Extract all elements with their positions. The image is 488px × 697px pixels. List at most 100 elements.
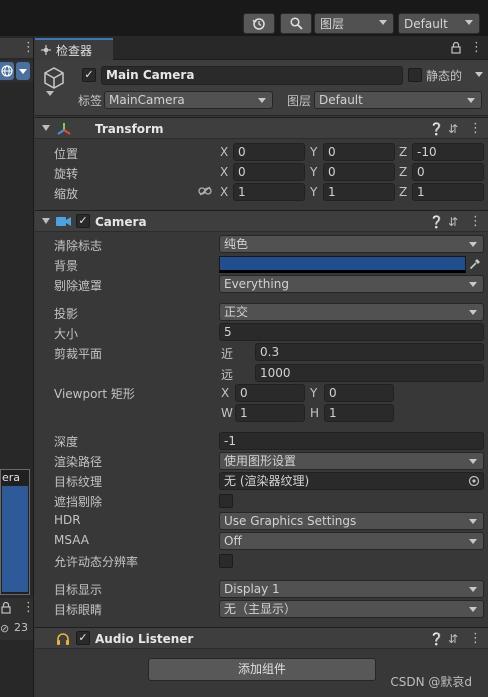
- foldout-icon[interactable]: [42, 125, 50, 131]
- audio-listener-header[interactable]: ✓ Audio Listener ❔ ⇵ ⋮: [35, 627, 488, 649]
- viewport-w-field[interactable]: 1: [235, 404, 305, 422]
- rotation-y-field[interactable]: 0: [323, 163, 395, 181]
- target-display-value: Display 1: [224, 582, 280, 596]
- history-icon: [252, 17, 265, 30]
- gizmo-dropdown[interactable]: [16, 62, 30, 80]
- msaa-dropdown[interactable]: Off: [219, 532, 484, 550]
- scale-y-axis: Y: [310, 185, 318, 199]
- rotation-x-field[interactable]: 0: [233, 163, 305, 181]
- more-options-icon[interactable]: ⋮: [469, 631, 482, 646]
- hdr-label: HDR: [54, 513, 81, 527]
- gameobject-name-field[interactable]: Main Camera: [101, 66, 403, 85]
- chevron-down-icon: [258, 98, 266, 103]
- rendering-path-label: 渲染路径: [54, 455, 103, 469]
- transform-header[interactable]: Transform ❔ ⇵ ⋮: [35, 117, 488, 139]
- tag-value: MainCamera: [109, 93, 185, 107]
- preset-icon[interactable]: ⇵: [448, 215, 458, 229]
- history-button[interactable]: [243, 13, 275, 34]
- rotation-label: 旋转: [54, 167, 79, 181]
- chevron-down-icon: [469, 282, 477, 287]
- add-component-button[interactable]: 添加组件: [148, 658, 376, 681]
- camera-header[interactable]: ✓ Camera ❔ ⇵ ⋮: [35, 210, 488, 232]
- viewport-y-field[interactable]: 0: [324, 384, 394, 402]
- static-dropdown-icon[interactable]: [475, 72, 483, 77]
- more-options-icon[interactable]: ⋮: [22, 40, 35, 55]
- help-icon[interactable]: ❔: [429, 215, 444, 229]
- clipping-planes-label: 剪裁平面: [54, 347, 103, 361]
- chevron-down-icon: [469, 539, 477, 544]
- culling-mask-value: Everything: [224, 277, 289, 291]
- scale-z-axis: Z: [399, 185, 408, 199]
- scale-z-field[interactable]: 1: [412, 183, 484, 201]
- target-texture-field[interactable]: 无 (渲染器纹理): [219, 472, 484, 490]
- viewport-x-field[interactable]: 0: [235, 384, 305, 402]
- tab-inspector[interactable]: 检查器: [35, 38, 113, 60]
- search-icon: [289, 17, 303, 30]
- projection-dropdown[interactable]: 正交: [219, 303, 484, 321]
- culling-mask-dropdown[interactable]: Everything: [219, 275, 484, 293]
- rotation-z-field[interactable]: 0: [412, 163, 484, 181]
- position-z-field[interactable]: -10: [412, 143, 484, 161]
- layer-dropdown[interactable]: Default: [314, 91, 482, 109]
- tag-label: 标签: [78, 94, 103, 108]
- layers-dropdown[interactable]: 图层: [314, 13, 394, 34]
- chevron-down-icon: [465, 20, 473, 25]
- gizmo-button[interactable]: [0, 62, 14, 80]
- audio-listener-title: Audio Listener: [95, 632, 194, 646]
- search-button[interactable]: [280, 13, 312, 34]
- near-label: 近: [221, 347, 234, 361]
- viewport-h-field[interactable]: 1: [324, 404, 394, 422]
- top-toolbar: 图层 Default: [0, 0, 488, 36]
- depth-field[interactable]: -1: [219, 432, 484, 450]
- scale-x-field[interactable]: 1: [233, 183, 305, 201]
- chevron-down-icon: [469, 607, 477, 612]
- background-color-swatch[interactable]: [219, 256, 466, 273]
- lock-icon[interactable]: [1, 602, 11, 614]
- clear-flags-dropdown[interactable]: 纯色: [219, 235, 484, 253]
- camera-enabled-checkbox[interactable]: ✓: [76, 214, 90, 228]
- chevron-down-icon[interactable]: [46, 91, 54, 96]
- gameobject-active-checkbox[interactable]: ✓: [82, 68, 96, 82]
- link-icon[interactable]: [198, 186, 212, 196]
- occlusion-culling-checkbox[interactable]: [219, 494, 233, 508]
- eye-hidden-icon[interactable]: ⊘: [0, 622, 9, 635]
- chevron-down-icon: [469, 459, 477, 464]
- more-options-icon[interactable]: ⋮: [469, 214, 482, 229]
- audio-listener-enabled-checkbox[interactable]: ✓: [76, 631, 90, 645]
- preset-icon[interactable]: ⇵: [448, 632, 458, 646]
- near-field[interactable]: 0.3: [255, 343, 484, 361]
- msaa-label: MSAA: [54, 533, 89, 547]
- position-y-field[interactable]: 0: [323, 143, 395, 161]
- scene-tab[interactable]: ⋮: [0, 38, 35, 58]
- scale-y-field[interactable]: 1: [323, 183, 395, 201]
- transform-axes-icon: [57, 123, 71, 135]
- dynamic-resolution-checkbox[interactable]: [219, 554, 233, 568]
- preset-icon[interactable]: ⇵: [448, 122, 458, 136]
- object-picker-icon[interactable]: [468, 475, 480, 487]
- chevron-down-icon: [19, 69, 27, 74]
- foldout-icon[interactable]: [42, 218, 50, 224]
- position-x-field[interactable]: 0: [233, 143, 305, 161]
- tab-inspector-label: 检查器: [56, 43, 93, 58]
- more-options-icon[interactable]: ⋮: [469, 121, 482, 136]
- size-field[interactable]: 5: [219, 323, 484, 341]
- clear-flags-value: 纯色: [224, 237, 249, 251]
- target-texture-value: 无 (渲染器纹理): [224, 474, 310, 488]
- target-eye-label: 目标眼睛: [54, 603, 103, 617]
- far-field[interactable]: 1000: [255, 364, 484, 382]
- help-icon[interactable]: ❔: [429, 122, 444, 136]
- tag-dropdown[interactable]: MainCamera: [104, 91, 273, 109]
- camera-title: Camera: [95, 215, 147, 229]
- more-options-icon[interactable]: ⋮: [22, 600, 35, 615]
- target-display-dropdown[interactable]: Display 1: [219, 580, 484, 598]
- rendering-path-dropdown[interactable]: 使用图形设置: [219, 452, 484, 470]
- more-options-icon[interactable]: ⋮: [470, 40, 483, 55]
- layout-dropdown[interactable]: Default: [398, 13, 480, 34]
- static-checkbox[interactable]: [408, 68, 422, 82]
- lock-icon[interactable]: [451, 42, 461, 54]
- far-label: 远: [221, 368, 234, 382]
- target-eye-dropdown[interactable]: 无（主显示）: [219, 600, 484, 618]
- hdr-dropdown[interactable]: Use Graphics Settings: [219, 512, 484, 530]
- help-icon[interactable]: ❔: [429, 632, 444, 646]
- eyedropper-icon[interactable]: [469, 258, 481, 270]
